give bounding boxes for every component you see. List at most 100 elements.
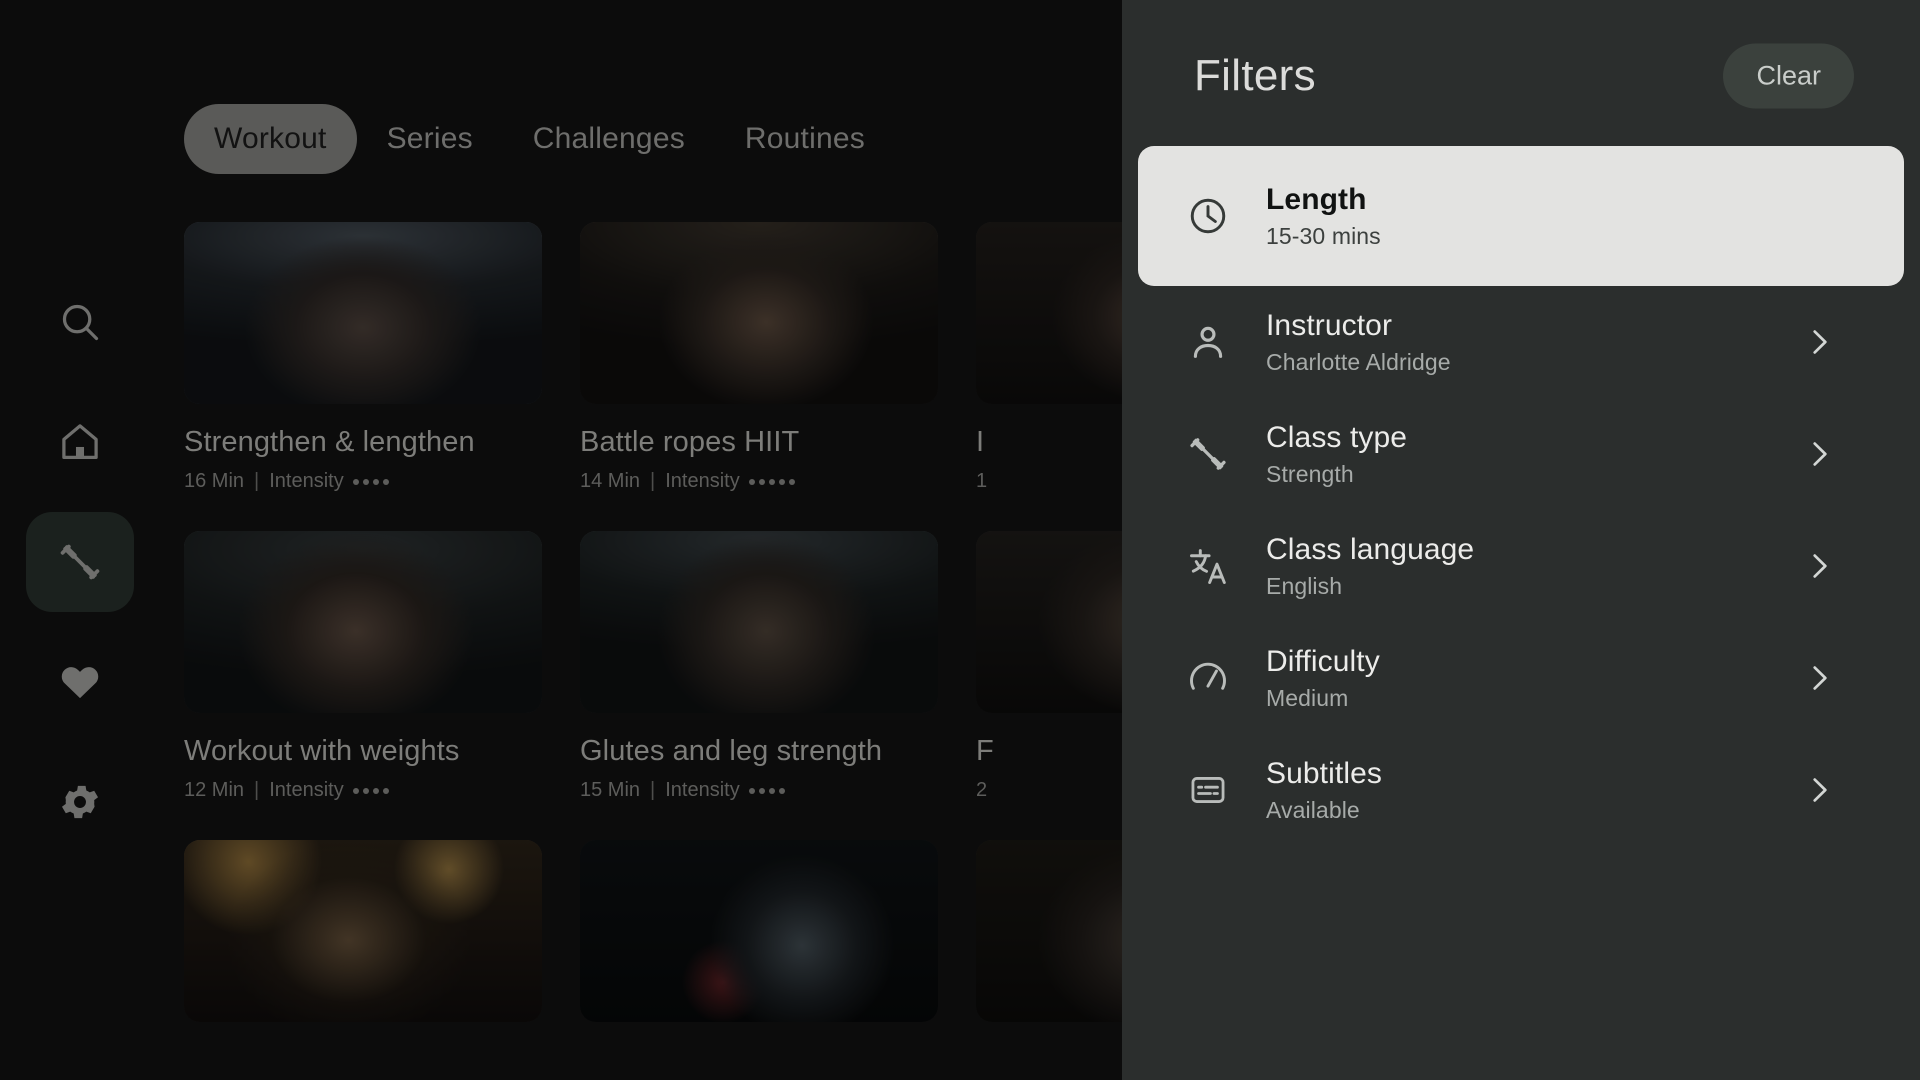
card-meta: 14 Min | Intensity (580, 470, 938, 493)
card-meta: 1 (976, 470, 1122, 493)
filter-value: Medium (1266, 684, 1349, 711)
meta-separator: | (254, 470, 260, 492)
tab-series[interactable]: Series (357, 104, 503, 174)
gear-icon (57, 779, 103, 825)
card-duration: 12 Min (184, 779, 245, 801)
filter-row-length[interactable]: Length 15-30 mins (1138, 146, 1904, 286)
filter-label: Length (1266, 182, 1367, 216)
filter-value: 15-30 mins (1266, 222, 1381, 249)
thumbnail-dim-overlay (184, 840, 542, 1022)
clock-icon (1180, 194, 1236, 238)
sidebar-item-home[interactable] (26, 392, 134, 492)
workout-card[interactable] (580, 840, 938, 1022)
card-duration: 16 Min (184, 470, 245, 492)
chevron-right-icon[interactable] (1800, 323, 1838, 361)
meta-separator: | (254, 779, 260, 801)
filter-label: Class type (1266, 420, 1408, 454)
card-thumbnail[interactable] (580, 222, 938, 404)
card-thumbnail[interactable] (976, 222, 1122, 404)
workout-card[interactable]: Battle ropes HIIT 14 Min | Intensity (580, 222, 938, 493)
dumbbell-icon (1180, 432, 1236, 476)
filter-row-subtitles[interactable]: Subtitles Available (1138, 734, 1904, 846)
card-thumbnail[interactable] (580, 840, 938, 1022)
card-duration: 2 (976, 779, 988, 801)
card-thumbnail[interactable] (976, 531, 1122, 713)
workout-grid: Strengthen & lengthen 16 Min | Intensity… (184, 222, 1122, 1022)
filter-value: Charlotte Aldridge (1266, 348, 1451, 375)
sidebar-item-search[interactable] (26, 272, 134, 372)
card-intensity-dots (352, 478, 389, 485)
card-thumbnail[interactable] (184, 840, 542, 1022)
filters-list: Length 15-30 mins Instructor Charlotte A… (1122, 146, 1920, 846)
sidebar-nav (0, 0, 160, 1080)
card-thumbnail[interactable] (184, 531, 542, 713)
tab-workout[interactable]: Workout (184, 104, 357, 174)
workout-card[interactable]: Workout with weights 12 Min | Intensity (184, 531, 542, 802)
card-intensity-label: Intensity (665, 779, 740, 801)
card-intensity-label: Intensity (269, 470, 344, 492)
filter-label: Class language (1266, 532, 1475, 566)
chevron-right-icon[interactable] (1800, 435, 1838, 473)
workout-card[interactable] (976, 840, 1122, 1022)
filter-value: Strength (1266, 460, 1354, 487)
workout-card[interactable]: I 1 (976, 222, 1122, 493)
card-title: Glutes and leg strength (580, 735, 883, 767)
card-thumbnail[interactable] (580, 531, 938, 713)
card-title: Strengthen & lengthen (184, 426, 475, 458)
card-intensity-label: Intensity (665, 470, 740, 492)
card-meta: 15 Min | Intensity (580, 779, 938, 802)
filter-value: Available (1266, 796, 1360, 823)
sidebar-item-workouts[interactable] (26, 512, 134, 612)
clear-button[interactable]: Clear (1723, 43, 1854, 109)
filters-panel: Filters Clear Length 15-30 mins Instruct… (1122, 0, 1920, 1080)
gauge-icon (1180, 656, 1236, 700)
meta-separator: | (650, 470, 656, 492)
thumbnail-dim-overlay (976, 840, 1122, 1022)
page-title: Filters (1194, 51, 1316, 100)
person-icon (1180, 321, 1236, 363)
card-title: Workout with weights (184, 735, 460, 767)
thumbnail-dim-overlay (976, 222, 1122, 404)
chevron-right-icon[interactable] (1800, 659, 1838, 697)
search-icon (57, 299, 103, 345)
card-intensity-dots (352, 787, 389, 794)
workout-card[interactable]: F 2 (976, 531, 1122, 802)
translate-icon (1180, 544, 1236, 588)
filter-row-class-language[interactable]: Class language English (1138, 510, 1904, 622)
app-root: Workout Series Challenges Routines Stren… (0, 0, 1920, 1080)
thumbnail-dim-overlay (580, 531, 938, 713)
filter-row-instructor[interactable]: Instructor Charlotte Aldridge (1138, 286, 1904, 398)
card-duration: 14 Min (580, 470, 641, 492)
sidebar-item-favorites[interactable] (26, 632, 134, 732)
filter-text: Class language English (1266, 533, 1474, 600)
card-meta: 2 (976, 779, 1122, 802)
card-title: Battle ropes HIIT (580, 426, 800, 458)
filter-text: Instructor Charlotte Aldridge (1266, 309, 1451, 376)
filter-label: Subtitles (1266, 756, 1382, 790)
thumbnail-dim-overlay (184, 222, 542, 404)
subtitles-icon (1180, 769, 1236, 811)
filter-text: Length 15-30 mins (1266, 183, 1381, 250)
meta-separator: | (650, 779, 656, 801)
tab-challenges[interactable]: Challenges (503, 104, 715, 174)
thumbnail-dim-overlay (184, 531, 542, 713)
tab-routines[interactable]: Routines (715, 104, 895, 174)
workout-card[interactable]: Glutes and leg strength 15 Min | Intensi… (580, 531, 938, 802)
workout-card[interactable] (184, 840, 542, 1022)
sidebar-item-settings[interactable] (26, 752, 134, 852)
chevron-right-icon[interactable] (1800, 771, 1838, 809)
card-thumbnail[interactable] (184, 222, 542, 404)
filter-row-difficulty[interactable]: Difficulty Medium (1138, 622, 1904, 734)
filter-text: Difficulty Medium (1266, 645, 1380, 712)
content-area: Workout Series Challenges Routines Stren… (160, 0, 1122, 1080)
card-intensity-label: Intensity (269, 779, 344, 801)
heart-icon (57, 659, 103, 705)
card-duration: 1 (976, 470, 988, 492)
thumbnail-dim-overlay (976, 531, 1122, 713)
home-icon (57, 419, 103, 465)
card-thumbnail[interactable] (976, 840, 1122, 1022)
workout-card[interactable]: Strengthen & lengthen 16 Min | Intensity (184, 222, 542, 493)
card-meta: 16 Min | Intensity (184, 470, 542, 493)
filter-row-class-type[interactable]: Class type Strength (1138, 398, 1904, 510)
chevron-right-icon[interactable] (1800, 547, 1838, 585)
